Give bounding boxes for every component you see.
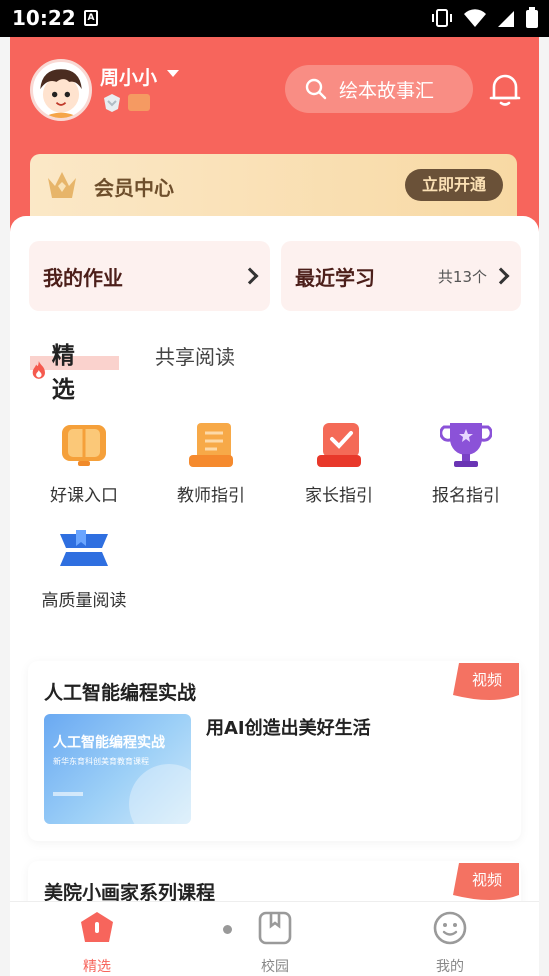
video-tag-label: 视频 [471, 671, 502, 689]
nav-featured-label: 精选 [83, 959, 111, 975]
course-card[interactable]: 人工智能编程实战 视频 人工智能编程实战 新华东育科创美育教育课程 用AI创造出… [28, 661, 521, 841]
notification-a-icon: A [84, 10, 98, 26]
search-icon [305, 78, 327, 100]
main-content: 我的作业 最近学习 共13个 精选 共享阅读 好课入口 教师指引 家长指引 报名… [10, 216, 539, 906]
grid-item-quality-reading[interactable]: 高质量阅读 [24, 526, 144, 611]
thumbnail-line [53, 792, 83, 796]
video-tag: 视频 [453, 861, 521, 901]
nav-mine[interactable]: 我的 [400, 910, 500, 976]
vibrate-icon [432, 9, 452, 27]
thumbnail-title: 人工智能编程实战 [53, 735, 165, 751]
caret-down-icon[interactable] [167, 70, 179, 77]
crown-icon [48, 172, 76, 198]
course-thumbnail[interactable]: 人工智能编程实战 新华东育科创美育教育课程 [44, 714, 191, 824]
shield-badge-icon [104, 94, 120, 112]
fire-icon [32, 361, 45, 379]
recent-study-label: 最近学习 [295, 266, 375, 290]
grid-label: 好课入口 [50, 486, 118, 506]
signal-icon [498, 11, 514, 27]
system-icons [431, 7, 539, 29]
course-title: 人工智能编程实战 [44, 682, 197, 704]
tab-shared-reading[interactable]: 共享阅读 [155, 341, 235, 370]
grid-label: 高质量阅读 [41, 591, 127, 611]
campus-book-icon [258, 911, 292, 945]
wifi-icon [464, 9, 486, 27]
grid-label: 报名指引 [432, 486, 500, 506]
username[interactable]: 周小小 [100, 63, 157, 90]
nav-campus[interactable]: 校园 [225, 910, 325, 976]
tab-featured[interactable]: 精选 [30, 336, 83, 404]
avatar[interactable] [30, 59, 92, 121]
status-time: 10:22 [12, 6, 76, 30]
video-tag-label: 视频 [471, 871, 502, 889]
ribbon-book-icon [60, 530, 108, 566]
search-bar[interactable]: 绘本故事汇 [285, 65, 473, 113]
course-card[interactable]: 美院小画家系列课程 视频 [28, 861, 521, 906]
nav-mine-label: 我的 [436, 959, 464, 975]
tab-featured-label: 精选 [51, 343, 75, 403]
chevron-right-icon [241, 267, 259, 285]
trophy-icon [439, 423, 493, 467]
grid-label: 家长指引 [305, 486, 373, 506]
thumbnail-subtitle: 新华东育科创美育教育课程 [53, 757, 149, 766]
vip-banner[interactable]: 会员中心 立即开通 [30, 154, 517, 216]
battery-icon [526, 7, 538, 28]
nav-featured[interactable]: 精选 [47, 910, 147, 976]
grid-label: 教师指引 [177, 486, 245, 506]
recent-study-count: 共13个 [437, 268, 487, 286]
thumbnail-decoration [129, 764, 191, 824]
book-icon [62, 425, 106, 466]
home-pentagon-icon [81, 912, 113, 942]
vip-open-button[interactable]: 立即开通 [405, 169, 503, 201]
grid-item-teacher-guide[interactable]: 教师指引 [151, 421, 271, 506]
checkmark-card-icon [317, 423, 361, 467]
grid-item-parent-guide[interactable]: 家长指引 [279, 421, 399, 506]
grid-item-enroll-guide[interactable]: 报名指引 [406, 421, 526, 506]
bottom-nav: 精选 校园 我的 [10, 901, 539, 976]
scroll-icon [189, 423, 233, 467]
nav-campus-label: 校园 [261, 959, 289, 975]
recent-study-card[interactable]: 最近学习 共13个 [281, 241, 521, 311]
course-subtitle: 用AI创造出美好生活 [206, 718, 371, 739]
search-placeholder: 绘本故事汇 [339, 79, 435, 102]
chevron-right-icon [492, 267, 510, 285]
bell-icon[interactable] [488, 71, 522, 107]
smiley-icon [433, 911, 467, 945]
my-homework-card[interactable]: 我的作业 [29, 241, 270, 311]
vip-title: 会员中心 [94, 176, 174, 200]
my-homework-label: 我的作业 [43, 266, 123, 290]
video-tag: 视频 [453, 661, 521, 701]
id-card-badge-icon [128, 94, 150, 111]
grid-item-good-course[interactable]: 好课入口 [24, 421, 144, 506]
status-bar: 10:22 A [0, 0, 549, 37]
